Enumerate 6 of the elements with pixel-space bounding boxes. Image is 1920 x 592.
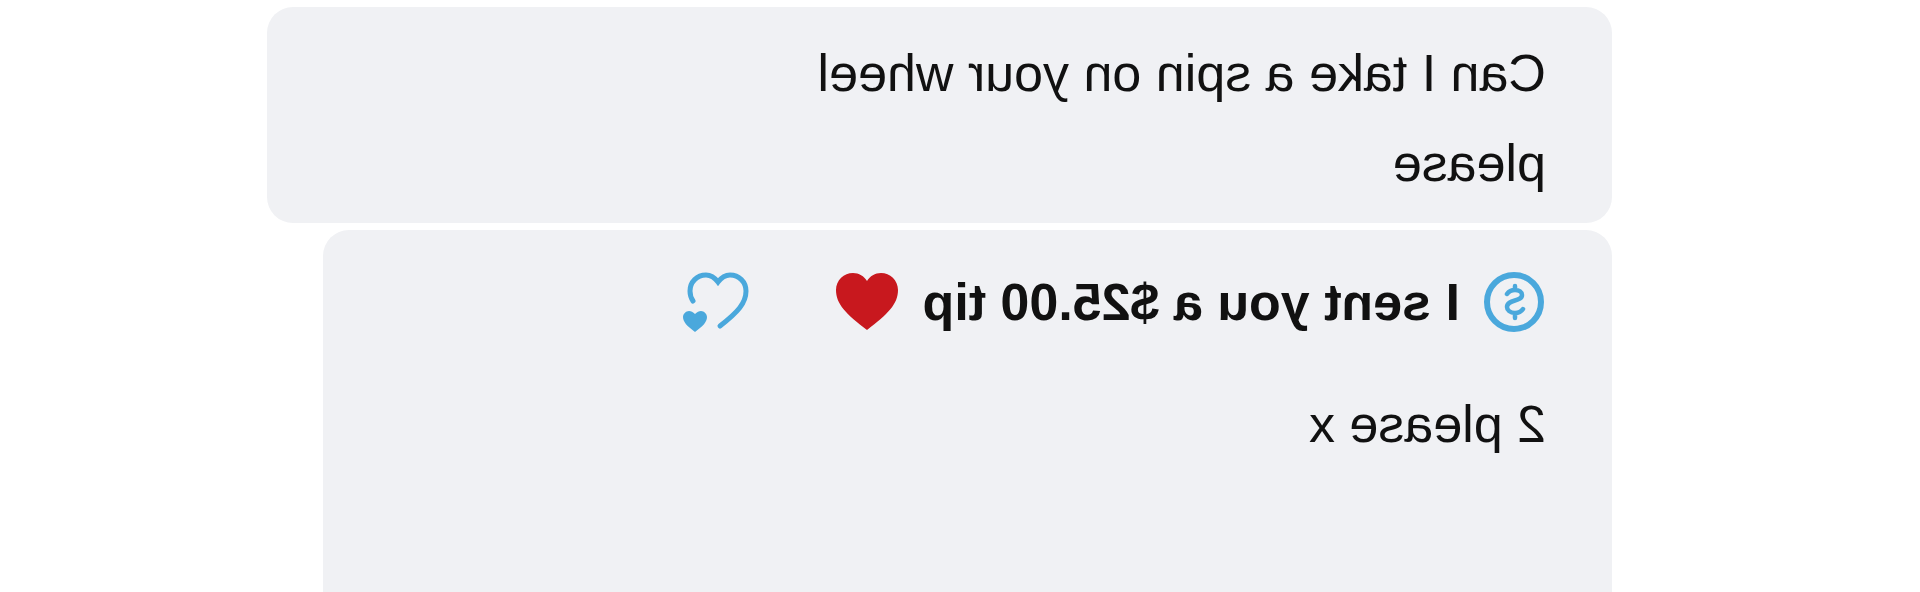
dollar-icon (1482, 270, 1546, 334)
message-text: Can I take a spin on your wheel (816, 43, 1546, 103)
heart-icon (834, 272, 901, 332)
tip-text: I sent you a $25.00 tip (922, 272, 1460, 332)
message-text: please (1391, 133, 1546, 193)
message-text: 2 please x (1307, 394, 1546, 454)
